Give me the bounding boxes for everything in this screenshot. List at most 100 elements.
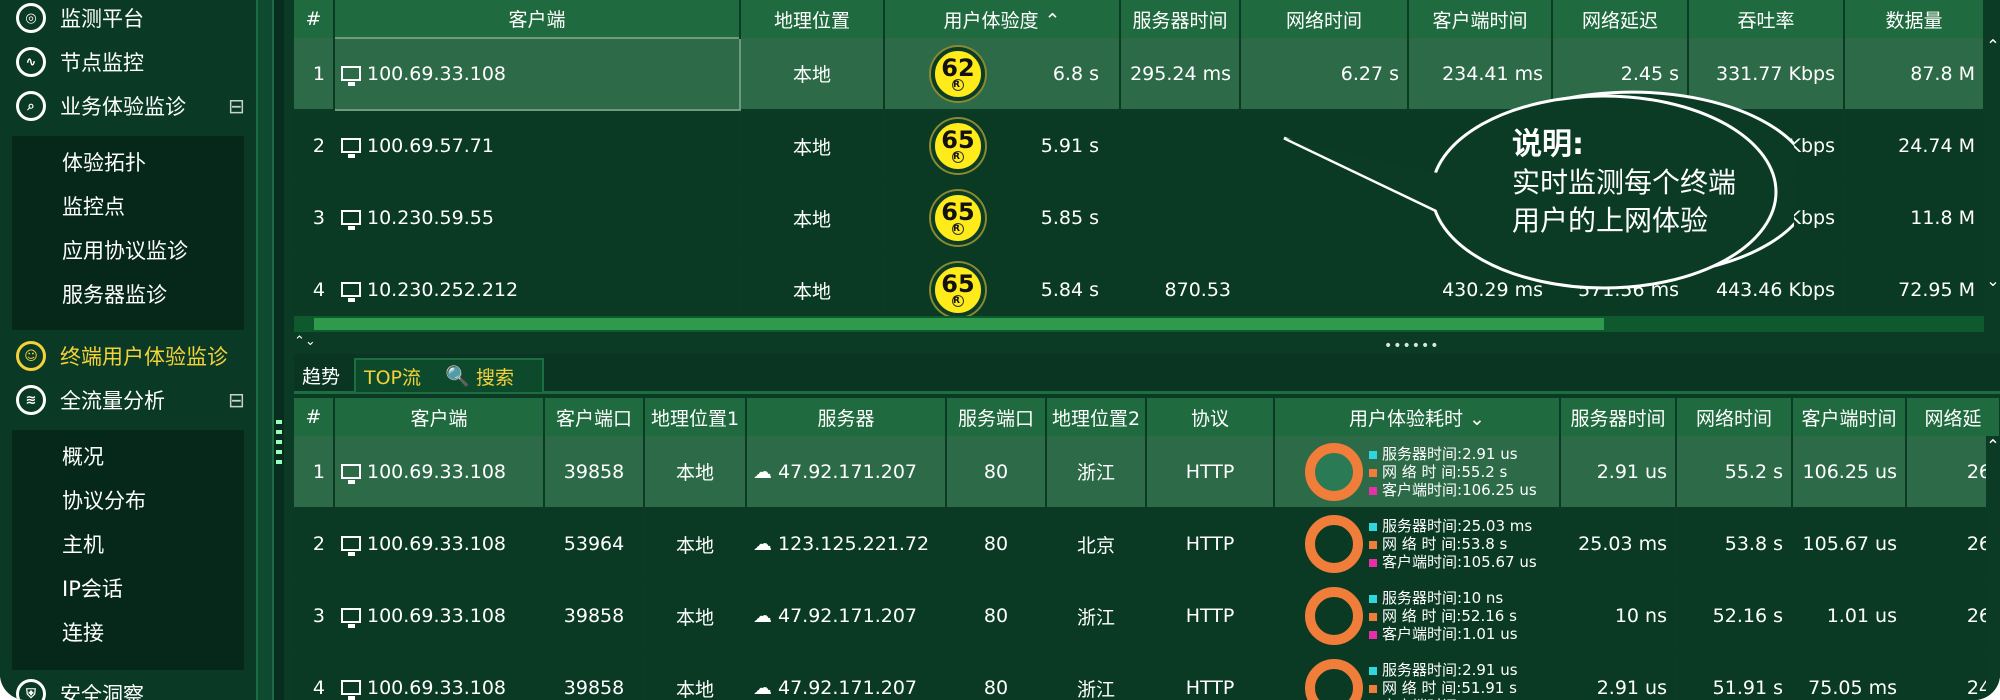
- col-header[interactable]: 服务器时间: [1560, 398, 1677, 436]
- col-header[interactable]: 协议: [1146, 398, 1275, 436]
- col-header[interactable]: #: [294, 0, 335, 38]
- time-breakdown-legend: 服务器时间:10 ns 网 络 时 间:52.16 s 客户端时间:1.01 u…: [1369, 589, 1518, 643]
- table-row[interactable]: 3 100.69.33.108 39858 本地 ☁ 47.92.171.207 …: [294, 580, 2000, 653]
- tab-trend[interactable]: 趋势: [294, 358, 348, 392]
- nav-item-security[interactable]: ⛨ 安全洞察: [0, 672, 256, 700]
- col-header[interactable]: 客户端: [334, 398, 545, 436]
- server-cell[interactable]: ☁ 123.125.221.72: [746, 508, 947, 581]
- tab-topflow[interactable]: TOP流 🔍 搜索: [354, 358, 544, 392]
- sub-item-host[interactable]: 主机: [62, 522, 104, 566]
- legend-label: 服务器时间:: [1382, 517, 1463, 535]
- sub-item-connection[interactable]: 连接: [62, 610, 104, 654]
- collapse-toggle[interactable]: ⊟: [228, 96, 245, 116]
- client-cell[interactable]: 100.69.33.108: [334, 580, 545, 653]
- legend-label: 客户端时间:: [1382, 480, 1463, 499]
- sub-item-overview[interactable]: 概况: [62, 434, 104, 478]
- sidebar-resize-grip[interactable]: [276, 420, 282, 470]
- nav-label: 安全洞察: [60, 683, 144, 700]
- sub-item-ip-session[interactable]: IP会话: [62, 566, 123, 610]
- client-cell[interactable]: 100.69.57.71: [334, 110, 741, 183]
- legend-client: 客户端时间:106.25 us: [1369, 481, 1537, 499]
- legend-label: 服务器时间:: [1382, 661, 1463, 679]
- server-cell[interactable]: ☁ 47.92.171.207: [746, 580, 947, 653]
- callout-bubble: 说明: 实时监测每个终端 用户的上网体验: [1283, 88, 1794, 290]
- tab-topflow-label: TOP流: [364, 366, 422, 389]
- row-index: 1: [294, 436, 335, 509]
- client-cell[interactable]: 100.69.33.108: [333, 37, 741, 111]
- sub-item-server-diagnosis[interactable]: 服务器监诊: [62, 272, 167, 316]
- client-cell[interactable]: 10.230.59.55: [334, 182, 741, 255]
- top-flow-table: # 客户端 客户端口 地理位置1 服务器 服务端口 地理位置2 协议 用户体验耗…: [294, 398, 2000, 700]
- client-cell[interactable]: 100.69.33.108: [334, 652, 545, 700]
- col-header[interactable]: 客户端时间: [1792, 398, 1907, 436]
- scrollbar-thumb[interactable]: [314, 318, 1604, 330]
- sub-item-topology[interactable]: 体验拓扑: [62, 140, 146, 184]
- server-cell[interactable]: ☁ 47.92.171.207: [746, 436, 947, 509]
- client-cell[interactable]: 100.69.33.108: [334, 508, 545, 581]
- client-time-cell: 75.05 ms: [1792, 652, 1907, 700]
- scroll-up-arrow-icon[interactable]: ⌃: [1986, 436, 2000, 455]
- location2-cell: 北京: [1046, 508, 1147, 581]
- sub-item-monitor-point[interactable]: 监控点: [62, 184, 125, 228]
- col-header[interactable]: 网络延迟: [1552, 0, 1689, 38]
- top-table-vertical-scrollbar[interactable]: ⌃ ⌄: [1986, 36, 2000, 306]
- nav-item-business-diagnosis[interactable]: ⌕ 业务体验监诊 ⊟: [0, 84, 256, 128]
- data-volume-cell: 87.8 M: [1844, 38, 1985, 111]
- pane-splitter-handle[interactable]: ••••••: [1384, 338, 1440, 354]
- col-header[interactable]: 客户端时间: [1408, 0, 1553, 38]
- col-header[interactable]: 吞吐率: [1688, 0, 1845, 38]
- location1-cell: 本地: [644, 508, 747, 581]
- col-header[interactable]: 网络延: [1906, 398, 2000, 436]
- row-index: 2: [294, 110, 335, 183]
- col-header[interactable]: 用户体验耗时 ⌄: [1274, 398, 1561, 436]
- client-cell[interactable]: 100.69.33.108: [334, 436, 545, 509]
- legend-label: 服务器时间:: [1382, 589, 1463, 607]
- table-row[interactable]: 2 100.69.33.108 53964 本地 ☁ 123.125.221.72…: [294, 508, 2000, 581]
- col-header[interactable]: 客户端: [334, 0, 741, 38]
- legend-label: 网 络 时 间:: [1382, 607, 1462, 625]
- collapse-toggle[interactable]: ⊟: [228, 390, 245, 410]
- col-header[interactable]: 地理位置: [740, 0, 885, 38]
- collapse-arrows-icon[interactable]: ⌃⌄: [294, 334, 316, 349]
- sub-item-protocol-diagnosis[interactable]: 应用协议监诊: [62, 228, 188, 272]
- nav-item-traffic-analysis[interactable]: ≋ 全流量分析 ⊟: [0, 378, 256, 422]
- col-header[interactable]: 网络时间: [1676, 398, 1793, 436]
- row-index: 2: [294, 508, 335, 581]
- flow-table-vertical-scrollbar[interactable]: ⌃: [1986, 436, 2000, 700]
- nav-item-end-user-experience[interactable]: ☺ 终端用户体验监诊: [0, 334, 256, 378]
- scroll-down-arrow-icon[interactable]: ⌄: [1986, 271, 2000, 290]
- table-row[interactable]: 4 100.69.33.108 39858 本地 ☁ 47.92.171.207 …: [294, 652, 2000, 700]
- location1-cell: 本地: [644, 652, 747, 700]
- legend-value: 2.91 us: [1462, 444, 1518, 463]
- monitor-icon: [341, 463, 361, 484]
- col-header[interactable]: 服务器时间: [1120, 0, 1241, 38]
- data-volume-cell: 24.74 M: [1844, 110, 1985, 183]
- server-ip: 123.125.221.72: [778, 533, 930, 555]
- data-volume-cell: 11.8 M: [1844, 182, 1985, 255]
- callout-line: 用户的上网体验: [1512, 204, 1709, 237]
- location2-cell: 浙江: [1046, 436, 1147, 509]
- nav-item-platform[interactable]: ◎ 监测平台: [0, 0, 256, 40]
- nav-item-node-monitor[interactable]: ∿ 节点监控: [0, 40, 256, 84]
- scroll-up-arrow-icon[interactable]: ⌃: [1986, 36, 2000, 55]
- col-header[interactable]: 服务器: [746, 398, 947, 436]
- tab-search-label[interactable]: 搜索: [476, 363, 514, 390]
- donut-chart-icon: [1305, 587, 1363, 645]
- table-row[interactable]: 1 100.69.33.108 39858 本地 ☁ 47.92.171.207 …: [294, 436, 2000, 509]
- sub-item-protocol-distribution[interactable]: 协议分布: [62, 478, 146, 522]
- donut-chart-icon: [1305, 515, 1363, 573]
- col-header[interactable]: 用户体验度 ⌃: [884, 0, 1121, 38]
- col-header[interactable]: 数据量: [1844, 0, 1985, 38]
- col-header[interactable]: 网络时间: [1240, 0, 1409, 38]
- monitor-icon: [341, 608, 361, 628]
- legend-value: 55.2 s: [1461, 462, 1508, 481]
- col-header[interactable]: 地理位置1: [644, 398, 747, 436]
- monitor-icon: [341, 210, 361, 230]
- server-cell[interactable]: ☁ 47.92.171.207: [746, 652, 947, 700]
- col-header[interactable]: 地理位置2: [1046, 398, 1147, 436]
- col-header[interactable]: 服务端口: [946, 398, 1047, 436]
- legend-server: 服务器时间:10 ns: [1369, 589, 1518, 607]
- top-table-horizontal-scrollbar[interactable]: [294, 316, 1984, 332]
- col-header[interactable]: 客户端口: [544, 398, 645, 436]
- col-header[interactable]: #: [294, 398, 335, 436]
